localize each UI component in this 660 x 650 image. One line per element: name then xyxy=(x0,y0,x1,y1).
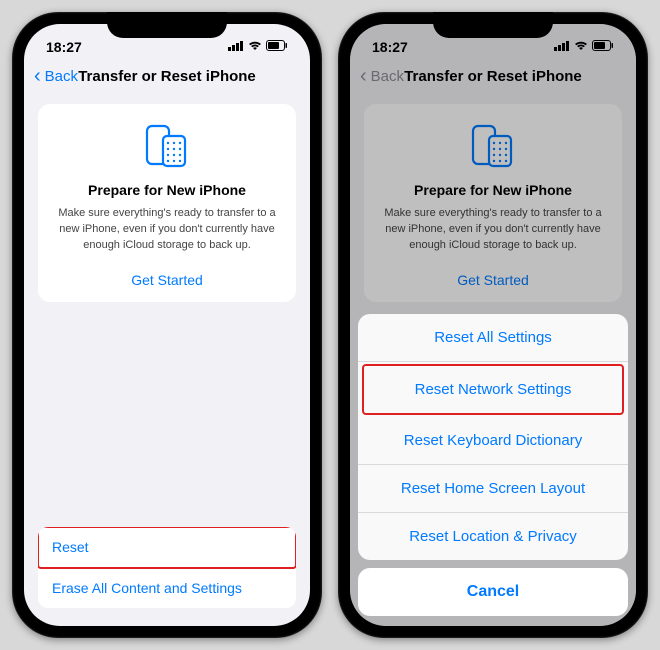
devices-icon xyxy=(54,122,280,170)
back-label: Back xyxy=(45,68,78,85)
chevron-left-icon: ‹ xyxy=(34,66,41,86)
phone-frame-right: 18:27 ‹ Back Transfer or Reset iPhone xyxy=(338,12,648,638)
reset-home-screen-layout[interactable]: Reset Home Screen Layout xyxy=(358,465,628,513)
action-sheet: Reset All Settings Reset Network Setting… xyxy=(358,314,628,616)
notch xyxy=(433,12,553,38)
notch xyxy=(107,12,227,38)
reset-keyboard-dictionary[interactable]: Reset Keyboard Dictionary xyxy=(358,417,628,465)
get-started-button[interactable]: Get Started xyxy=(54,268,280,288)
reset-row[interactable]: Reset xyxy=(38,527,296,568)
cancel-button[interactable]: Cancel xyxy=(358,568,628,616)
bottom-list: Reset Erase All Content and Settings xyxy=(38,527,296,608)
reset-location-privacy[interactable]: Reset Location & Privacy xyxy=(358,513,628,560)
status-time: 18:27 xyxy=(46,39,82,55)
screen-left: 18:27 ‹ Back Transfer or Reset iPhone xyxy=(24,24,310,626)
wifi-icon xyxy=(248,40,262,54)
back-button[interactable]: ‹ Back xyxy=(34,66,78,86)
battery-icon xyxy=(266,40,288,54)
action-sheet-group: Reset All Settings Reset Network Setting… xyxy=(358,314,628,560)
reset-all-settings[interactable]: Reset All Settings xyxy=(358,314,628,362)
nav-bar: ‹ Back Transfer or Reset iPhone xyxy=(24,60,310,94)
content-area: Prepare for New iPhone Make sure everyth… xyxy=(24,94,310,312)
reset-network-settings[interactable]: Reset Network Settings xyxy=(362,364,624,415)
card-body: Make sure everything's ready to transfer… xyxy=(54,206,280,254)
phone-frame-left: 18:27 ‹ Back Transfer or Reset iPhone xyxy=(12,12,322,638)
signal-icon xyxy=(228,40,244,54)
status-icons xyxy=(228,40,288,54)
screen-right: 18:27 ‹ Back Transfer or Reset iPhone xyxy=(350,24,636,626)
prepare-card: Prepare for New iPhone Make sure everyth… xyxy=(38,104,296,302)
card-heading: Prepare for New iPhone xyxy=(54,182,280,198)
erase-row[interactable]: Erase All Content and Settings xyxy=(38,568,296,608)
